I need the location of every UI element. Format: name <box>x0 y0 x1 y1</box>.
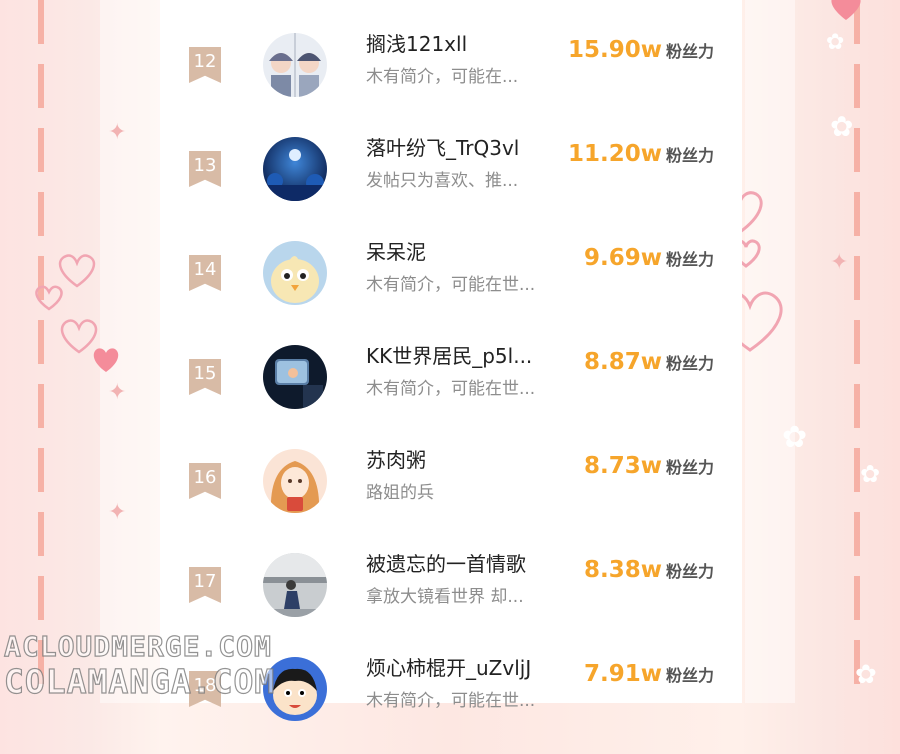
fan-power-label: 粉丝力 <box>665 250 714 269</box>
user-avatar[interactable] <box>263 449 327 513</box>
fan-power-label: 粉丝力 <box>665 42 714 61</box>
user-name: 落叶纷飞_TrQ3vl <box>366 136 520 160</box>
fan-power: 8.73w 粉丝力 <box>584 453 714 479</box>
user-name: KK世界居民_p5l... <box>366 344 533 368</box>
sparkle-icon: ✦ <box>830 250 849 275</box>
fan-power-value: 8.38w <box>583 557 662 583</box>
user-avatar[interactable] <box>263 137 327 201</box>
user-bio: 木有简介，可能在世... <box>366 379 536 399</box>
fan-power-label: 粉丝力 <box>665 562 714 581</box>
fan-power: 15.90w 粉丝力 <box>568 37 714 63</box>
fan-power: 7.91w 粉丝力 <box>584 661 714 687</box>
fan-power-value: 11.20w <box>567 141 662 167</box>
fan-power: 11.20w 粉丝力 <box>568 141 714 167</box>
user-avatar[interactable] <box>263 345 327 409</box>
leaderboard-row[interactable]: 13 落叶纷飞_TrQ3vl 发帖只为喜欢、推... 11.20w 粉丝力 <box>160 134 742 234</box>
heart-icon <box>831 0 861 20</box>
fan-power-value: 9.69w <box>583 245 662 271</box>
rank-badge: 17 <box>189 567 221 603</box>
fan-power-label: 粉丝力 <box>665 458 714 477</box>
watermark-line-1: ACLOUDMERGE.COM <box>3 629 272 663</box>
fan-power-value: 7.91w <box>583 661 662 687</box>
rank-badge: 13 <box>189 151 221 187</box>
flower-icon: ✿ <box>855 660 877 690</box>
flower-icon: ✿ <box>830 110 854 143</box>
user-name: 呆呆泥 <box>366 240 426 264</box>
leaderboard-row[interactable]: 15 KK世界居民_p5l... 木有简介，可能在世... 8.87w 粉丝力 <box>160 342 742 442</box>
user-bio: 路姐的兵 <box>366 483 434 503</box>
user-name: 苏肉粥 <box>366 448 426 472</box>
user-avatar[interactable] <box>263 33 327 97</box>
user-bio: 木有简介，可能在世... <box>366 691 536 711</box>
rank-badge: 16 <box>189 463 221 499</box>
fan-power: 9.69w 粉丝力 <box>584 245 714 271</box>
user-avatar[interactable] <box>263 553 327 617</box>
fan-power-value: 15.90w <box>567 37 662 63</box>
fan-power: 8.38w 粉丝力 <box>584 557 714 583</box>
heart-icon <box>93 348 119 372</box>
fan-power-label: 粉丝力 <box>665 666 714 685</box>
user-bio: 拿放大镜看世界 却... <box>366 587 524 607</box>
fan-power-label: 粉丝力 <box>665 146 714 165</box>
user-name: 被遗忘的一首情歌 <box>366 552 526 576</box>
leaderboard-row[interactable]: 16 苏肉粥 路姐的兵 8.73w 粉丝力 <box>160 446 742 546</box>
sparkle-icon: ✦ <box>108 380 127 405</box>
flower-icon: ✿ <box>860 460 881 488</box>
user-name: 烦心柿棍开_uZvljJ <box>366 656 532 680</box>
fan-power: 8.87w 粉丝力 <box>584 349 714 375</box>
rank-badge: 15 <box>189 359 221 395</box>
fan-power-value: 8.87w <box>583 349 662 375</box>
sparkle-icon: ✦ <box>108 120 127 145</box>
heart-outline-icon <box>35 285 63 311</box>
fan-power-label: 粉丝力 <box>665 354 714 373</box>
leaderboard-row[interactable]: 14 呆呆泥 木有简介，可能在世... 9.69w 粉丝力 <box>160 238 742 338</box>
fan-power-value: 8.73w <box>583 453 662 479</box>
user-name: 搁浅121xll <box>366 32 468 56</box>
user-bio: 木有简介，可能在世... <box>366 275 536 295</box>
rank-badge: 14 <box>189 255 221 291</box>
rank-badge: 12 <box>189 47 221 83</box>
user-bio: 木有简介，可能在... <box>366 67 519 87</box>
sparkle-icon: ✦ <box>108 500 127 525</box>
frame-stripe-left <box>38 0 44 703</box>
leaderboard-row[interactable]: 12 搁浅121xll 木有简介，可能在... 15.90w 粉丝力 <box>160 30 742 130</box>
flower-icon: ✿ <box>826 30 845 55</box>
flower-icon: ✿ <box>782 420 808 455</box>
frame-stripe-right <box>854 0 860 703</box>
watermark-line-2: COLAMANGA.COM <box>3 661 276 701</box>
user-avatar[interactable] <box>263 241 327 305</box>
user-bio: 发帖只为喜欢、推... <box>366 171 519 191</box>
